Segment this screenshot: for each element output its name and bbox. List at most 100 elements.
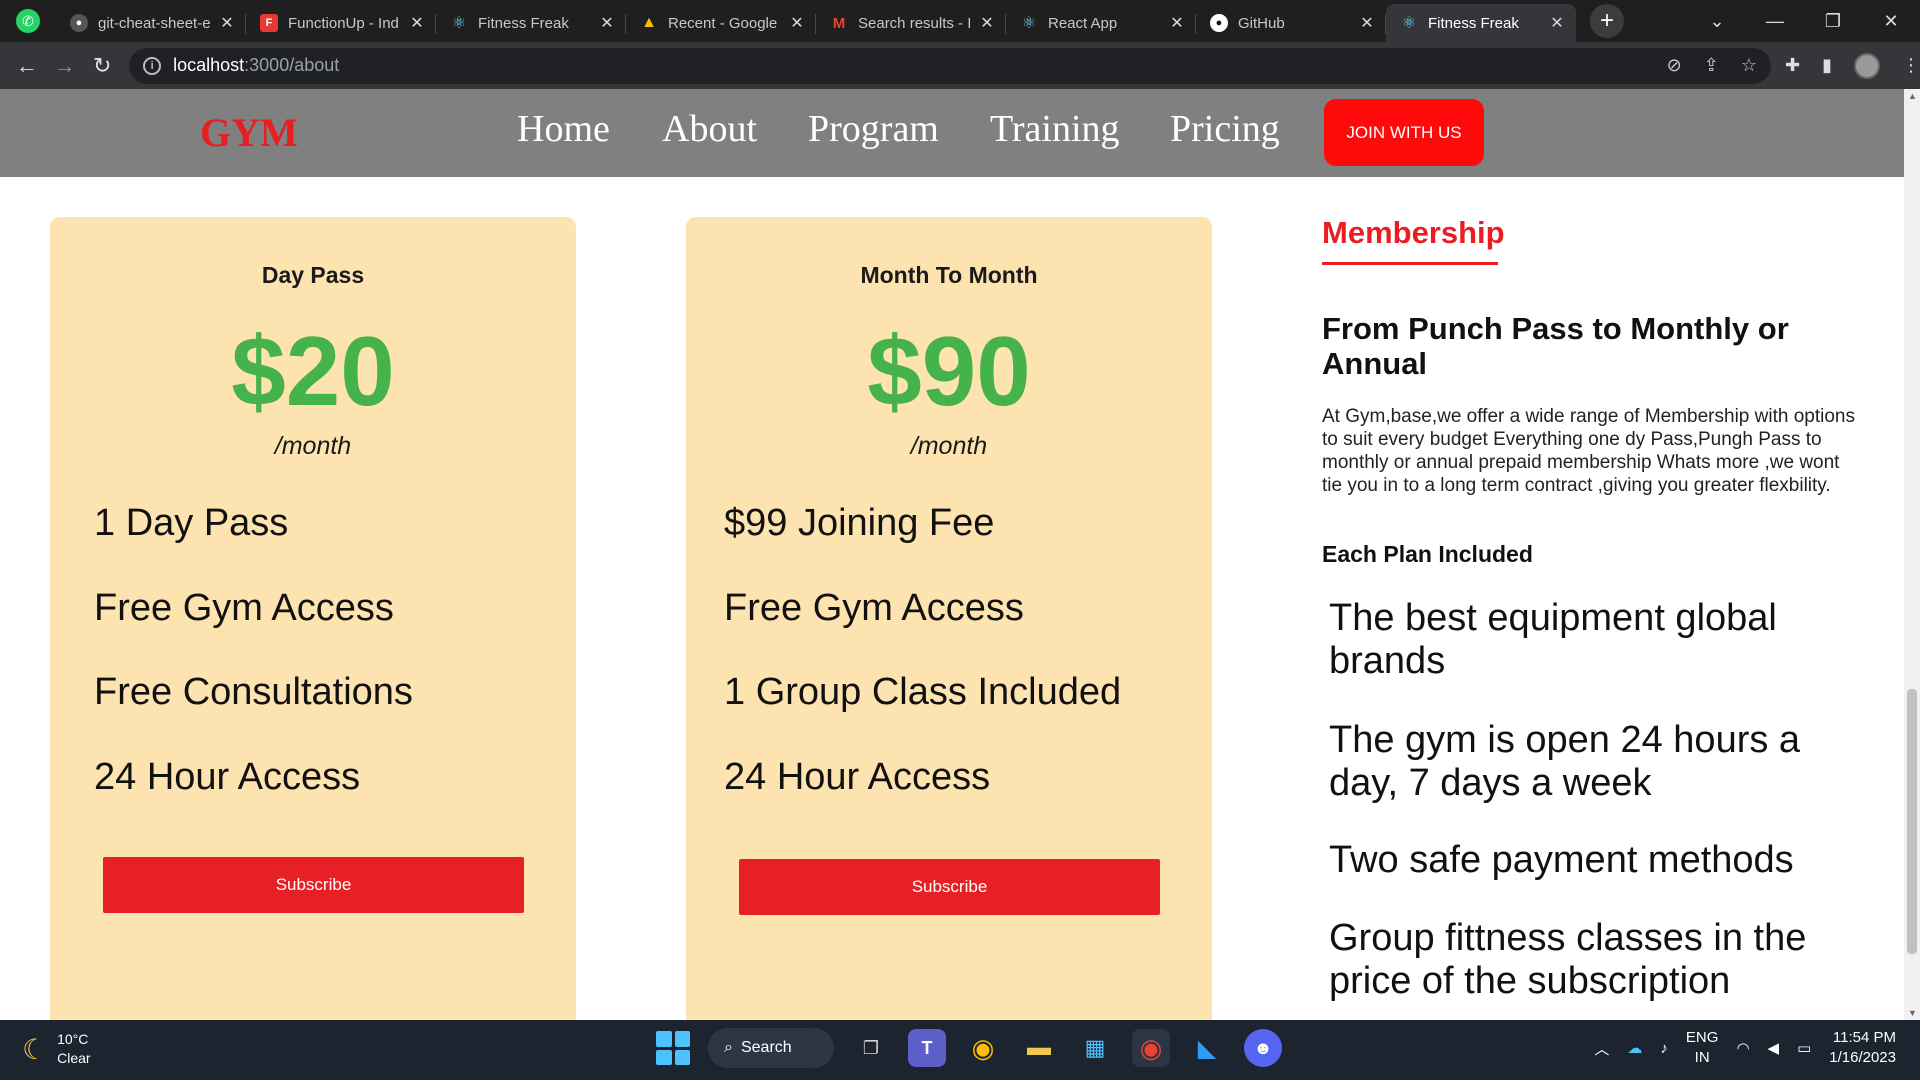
card-title: Month To Month (860, 262, 1038, 288)
browser-tab[interactable]: ● git-cheat-sheet-e ✕ (56, 4, 246, 42)
clock-date: 1/16/2023 (1829, 1049, 1896, 1066)
close-icon[interactable]: ✕ (598, 13, 616, 33)
close-icon[interactable]: ✕ (788, 13, 806, 33)
nav-pricing-link[interactable]: Pricing (1170, 107, 1280, 151)
search-icon: ⌕ (724, 1039, 733, 1056)
close-icon[interactable]: ✕ (1358, 13, 1376, 33)
browser-tab[interactable]: ⚛ Fitness Freak ✕ (436, 4, 626, 42)
close-icon[interactable]: ✕ (1168, 13, 1186, 33)
pricing-card-month-to-month: Month To Month $90 /month $99 Joining Fe… (686, 217, 1212, 1020)
site-logo[interactable]: GYM (200, 109, 298, 156)
page-scrollbar[interactable]: ▲ ▼ (1904, 89, 1920, 1020)
menu-kebab-icon[interactable]: ⋮ (1902, 55, 1920, 76)
wifi-icon[interactable]: ◠ (1736, 1039, 1749, 1057)
new-tab-button[interactable]: + (1590, 4, 1624, 38)
profile-avatar[interactable] (1853, 52, 1880, 79)
restore-button[interactable]: ❐ (1804, 11, 1862, 32)
github-icon: ● (70, 14, 88, 32)
subscribe-button[interactable]: Subscribe (103, 857, 524, 913)
close-icon[interactable]: ✕ (1548, 13, 1566, 33)
tab-label: Fitness Freak (478, 14, 569, 32)
close-window-button[interactable]: ✕ (1862, 11, 1920, 32)
tab-label: FunctionUp - Ind (288, 14, 399, 32)
address-bar[interactable]: i localhost:3000/about ⊘ ⇪ ☆ (129, 47, 1771, 84)
tab-label: GitHub (1238, 14, 1285, 32)
browser-tab[interactable]: ● GitHub ✕ (1196, 4, 1386, 42)
taskbar-apps: ⌕ Search ❐ T ◉ ▬ ▦ ◉ ◣ ☻ (656, 1028, 1282, 1068)
close-icon[interactable]: ✕ (408, 13, 426, 33)
react-icon: ⚛ (451, 15, 467, 32)
page-viewport: GYM Home About Program Training Pricing … (0, 89, 1904, 1020)
browser-toolbar: ← → ↻ i localhost:3000/about ⊘ ⇪ ☆ ✚ ▮ ⋮ (0, 42, 1920, 89)
site-info-icon[interactable]: i (143, 56, 162, 75)
discord-icon[interactable]: ☻ (1244, 1029, 1282, 1067)
github-icon: ● (1210, 14, 1228, 32)
eye-off-icon[interactable]: ⊘ (1667, 55, 1682, 76)
share-icon[interactable]: ⇪ (1704, 55, 1719, 76)
nav-home-link[interactable]: Home (517, 107, 610, 151)
browser-tab[interactable]: F FunctionUp - Ind ✕ (246, 4, 436, 42)
windows-taskbar: ☾ 10°C Clear ⌕ Search ❐ T ◉ ▬ ▦ ◉ ◣ ☻ ︿ … (0, 1020, 1920, 1080)
reload-icon[interactable]: ↻ (83, 53, 121, 79)
card-feature: Free Gym Access (94, 587, 394, 629)
google-drive-icon: ▲ (641, 14, 657, 31)
search-label: Search (740, 1039, 792, 1056)
nav-program-link[interactable]: Program (808, 107, 939, 151)
site-navbar: GYM Home About Program Training Pricing … (0, 89, 1904, 177)
subscribe-button[interactable]: Subscribe (739, 859, 1160, 915)
card-period: /month (910, 432, 988, 460)
nav-training-link[interactable]: Training (990, 107, 1120, 151)
close-icon[interactable]: ✕ (978, 13, 996, 33)
close-icon[interactable]: ✕ (218, 13, 236, 33)
file-explorer-icon[interactable]: ▬ (1020, 1029, 1058, 1067)
task-view-icon[interactable]: ❐ (852, 1029, 890, 1067)
plan-item: The best equipment global brands (1329, 597, 1777, 682)
minimize-button[interactable]: — (1746, 11, 1804, 32)
card-feature: 24 Hour Access (724, 756, 991, 798)
browser-tab-active[interactable]: ⚛ Fitness Freak ✕ (1386, 4, 1576, 42)
taskbar-search[interactable]: ⌕ Search (708, 1028, 834, 1068)
moon-icon: ☾ (22, 1033, 48, 1065)
plan-included-heading: Each Plan Included (1322, 541, 1533, 567)
weather-widget[interactable]: ☾ 10°C Clear (22, 1030, 91, 1068)
browser-tab[interactable]: ⚛ React App ✕ (1006, 4, 1196, 42)
volume-icon[interactable]: ◀ (1768, 1039, 1780, 1057)
react-icon: ⚛ (1401, 15, 1417, 32)
extensions-puzzle-icon[interactable]: ✚ (1785, 55, 1800, 76)
back-arrow-icon[interactable]: ← (8, 53, 46, 79)
chrome-icon[interactable]: ◉ (964, 1029, 1002, 1067)
microphone-icon[interactable]: ♪ (1660, 1040, 1668, 1057)
side-panel-icon[interactable]: ▮ (1822, 55, 1832, 76)
card-title: Day Pass (261, 262, 365, 288)
onedrive-cloud-icon[interactable]: ☁ (1627, 1039, 1642, 1057)
scrollbar-thumb[interactable] (1907, 689, 1917, 954)
nav-about-link[interactable]: About (662, 107, 757, 151)
chrome-active-icon[interactable]: ◉ (1132, 1029, 1170, 1067)
browser-tab-strip: ✆ ● git-cheat-sheet-e ✕ F FunctionUp - I… (0, 0, 1920, 42)
vscode-icon[interactable]: ◣ (1188, 1029, 1226, 1067)
language-indicator[interactable]: ENG IN (1686, 1028, 1719, 1068)
tab-search-icon[interactable]: ⌄ (1688, 11, 1746, 32)
battery-icon[interactable]: ▭ (1797, 1039, 1811, 1057)
scroll-up-arrow-icon[interactable]: ▲ (1908, 91, 1917, 101)
clock[interactable]: 11:54 PM 1/16/2023 (1829, 1028, 1896, 1068)
forward-arrow-icon[interactable]: → (46, 53, 84, 79)
scroll-down-arrow-icon[interactable]: ▼ (1908, 1008, 1917, 1018)
whatsapp-pinned-tab[interactable]: ✆ (0, 0, 56, 42)
url-path: :3000/about (244, 55, 340, 75)
tab-label: Search results - I (858, 14, 972, 32)
browser-tab[interactable]: M Search results - I ✕ (816, 4, 1006, 42)
browser-tab[interactable]: ▲ Recent - Google ✕ (626, 4, 816, 42)
chevron-up-icon[interactable]: ︿ (1594, 1038, 1609, 1059)
url-host: localhost (173, 55, 245, 75)
card-period: /month (274, 432, 352, 460)
teams-icon[interactable]: T (908, 1029, 946, 1067)
pricing-card-day-pass: Day Pass $20 /month 1 Day Pass Free Gym … (50, 217, 576, 1020)
microsoft-store-icon[interactable]: ▦ (1076, 1029, 1114, 1067)
windows-start-icon[interactable] (656, 1031, 690, 1065)
join-with-us-button[interactable]: JOIN WITH US (1324, 99, 1484, 166)
membership-heading: From Punch Pass to Monthly or Annual (1322, 311, 1789, 381)
weather-condition: Clear (57, 1050, 91, 1066)
tab-label: Fitness Freak (1428, 14, 1519, 32)
bookmark-star-icon[interactable]: ☆ (1741, 55, 1757, 76)
